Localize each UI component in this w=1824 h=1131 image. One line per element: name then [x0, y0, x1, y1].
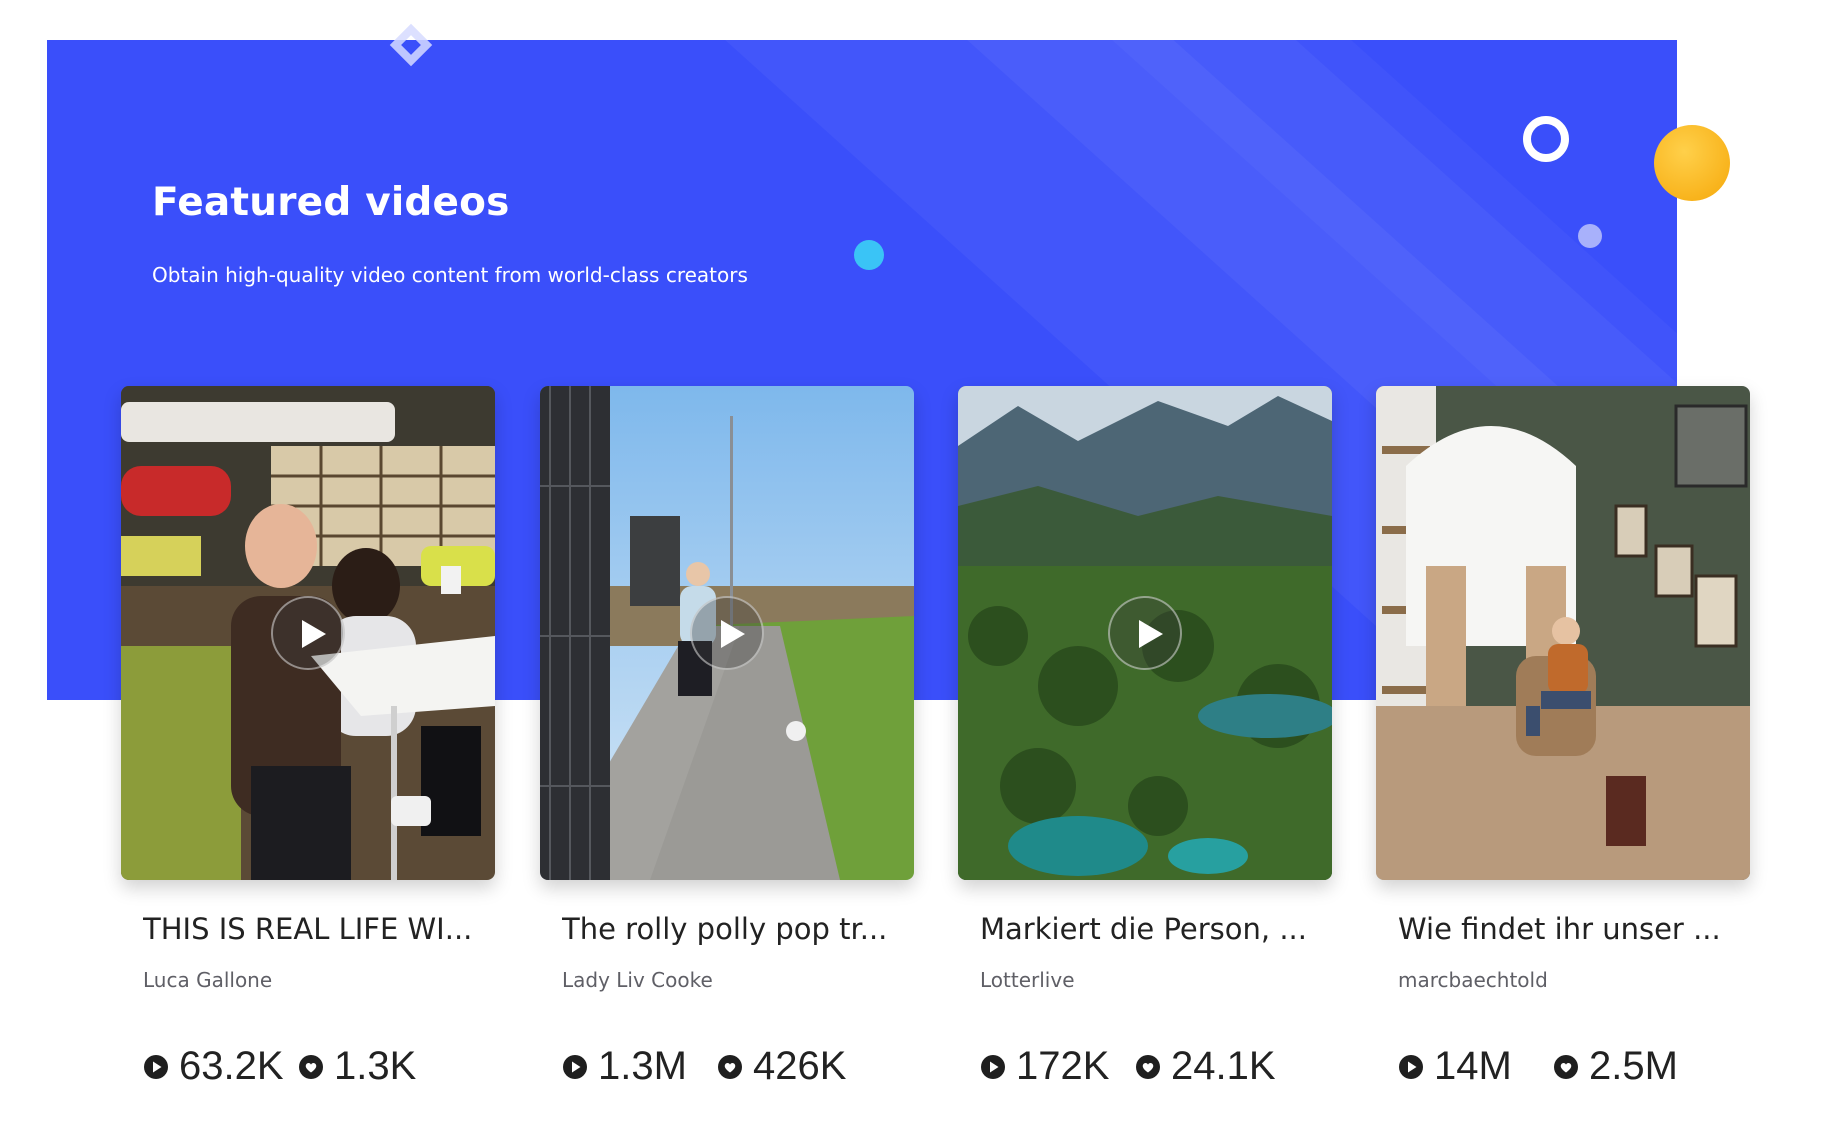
- likes-count: 1.3K: [334, 1044, 417, 1088]
- video-card[interactable]: Wie findet ihr unser ... marcbaechtold 1…: [1376, 386, 1750, 1088]
- video-author[interactable]: Luca Gallone: [143, 968, 495, 992]
- likes-stat: 2.5M: [1553, 1044, 1678, 1089]
- play-circle-icon: [981, 1054, 1005, 1079]
- heart-circle-icon: [1136, 1054, 1160, 1079]
- likes-stat: 426K: [717, 1044, 846, 1089]
- video-author[interactable]: Lotterlive: [980, 968, 1332, 992]
- video-title[interactable]: The rolly polly pop tr...: [562, 912, 912, 946]
- video-thumbnail[interactable]: [121, 386, 495, 880]
- likes-stat: 1.3K: [298, 1044, 416, 1089]
- likes-count: 426K: [753, 1044, 847, 1088]
- play-button[interactable]: [690, 596, 764, 670]
- likes-stat: 24.1K: [1135, 1044, 1276, 1089]
- views-stat: 14M: [1398, 1044, 1512, 1089]
- decorative-yellow-circle: [1654, 125, 1730, 201]
- video-title[interactable]: Wie findet ihr unser ...: [1398, 912, 1748, 946]
- section-title: Featured videos: [152, 180, 510, 225]
- views-count: 172K: [1016, 1044, 1110, 1088]
- video-card[interactable]: THIS IS REAL LIFE WI... Luca Gallone 63.…: [121, 386, 495, 1088]
- featured-videos-page: Featured videos Obtain high-quality vide…: [0, 0, 1824, 1131]
- play-circle-icon: [1399, 1054, 1423, 1079]
- video-stats: 63.2K 1.3K: [143, 1044, 495, 1088]
- play-button[interactable]: [271, 596, 345, 670]
- video-thumbnail[interactable]: [958, 386, 1332, 880]
- decorative-cyan-dot: [854, 240, 884, 270]
- video-title[interactable]: Markiert die Person, ...: [980, 912, 1330, 946]
- video-author[interactable]: Lady Liv Cooke: [562, 968, 914, 992]
- library-room-image: [1376, 386, 1750, 880]
- decorative-ring-shape: [1523, 116, 1569, 162]
- video-thumbnail[interactable]: [1376, 386, 1750, 880]
- video-author[interactable]: marcbaechtold: [1398, 968, 1750, 992]
- heart-circle-icon: [299, 1054, 323, 1079]
- video-thumbnail[interactable]: [540, 386, 914, 880]
- views-count: 14M: [1434, 1044, 1512, 1088]
- decorative-lilac-dot: [1578, 224, 1602, 248]
- likes-count: 2.5M: [1589, 1044, 1678, 1088]
- video-stats: 14M 2.5M: [1398, 1044, 1750, 1088]
- views-stat: 172K: [980, 1044, 1109, 1089]
- play-circle-icon: [563, 1054, 587, 1079]
- video-card[interactable]: The rolly polly pop tr... Lady Liv Cooke…: [540, 386, 914, 1088]
- play-circle-icon: [144, 1054, 168, 1079]
- video-title[interactable]: THIS IS REAL LIFE WI...: [143, 912, 493, 946]
- views-count: 1.3M: [598, 1044, 687, 1088]
- video-stats: 172K 24.1K: [980, 1044, 1332, 1088]
- video-stats: 1.3M 426K: [562, 1044, 914, 1088]
- views-stat: 1.3M: [562, 1044, 687, 1089]
- play-button[interactable]: [1108, 596, 1182, 670]
- heart-circle-icon: [718, 1054, 742, 1079]
- views-count: 63.2K: [179, 1044, 284, 1088]
- likes-count: 24.1K: [1171, 1044, 1276, 1088]
- views-stat: 63.2K: [143, 1044, 284, 1089]
- section-subtitle: Obtain high-quality video content from w…: [152, 263, 748, 287]
- heart-circle-icon: [1554, 1054, 1578, 1079]
- video-card[interactable]: Markiert die Person, ... Lotterlive 172K…: [958, 386, 1332, 1088]
